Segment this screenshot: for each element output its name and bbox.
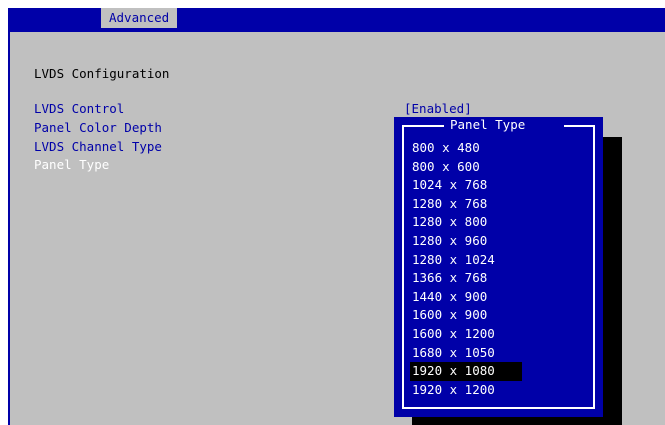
popup-frame-top-right (564, 125, 595, 127)
section-heading: LVDS Configuration (34, 66, 170, 81)
menu-item-lvds-channel-type[interactable]: LVDS Channel Type (34, 139, 162, 154)
popup-option[interactable]: 1600 x 1200 (410, 325, 522, 344)
menu-item-lvds-control[interactable]: LVDS Control (34, 101, 124, 116)
popup-option[interactable]: 1366 x 768 (410, 269, 522, 288)
menu-item-panel-color-depth[interactable]: Panel Color Depth (34, 120, 162, 135)
popup-option[interactable]: 800 x 480 (410, 139, 522, 158)
popup-option[interactable]: 1440 x 900 (410, 288, 522, 307)
popup-option[interactable]: 1920 x 1200 (410, 381, 522, 400)
top-menu-bar: Advanced (8, 8, 665, 28)
tab-advanced[interactable]: Advanced (101, 8, 178, 28)
popup-option[interactable]: 1680 x 1050 (410, 344, 522, 363)
popup-option[interactable]: 1024 x 768 (410, 176, 522, 195)
popup-option[interactable]: 1280 x 1024 (410, 251, 522, 270)
popup-option[interactable]: 800 x 600 (410, 158, 522, 177)
popup-option[interactable]: 1280 x 800 (410, 213, 522, 232)
popup-options-list: 800 x 480 800 x 600 1024 x 768 1280 x 768 12… (410, 139, 522, 399)
popup-option[interactable]: 1280 x 768 (410, 195, 522, 214)
popup-option[interactable]: 1280 x 960 (410, 232, 522, 251)
popup-frame-top-left (402, 125, 444, 127)
popup-option[interactable]: 1600 x 900 (410, 306, 522, 325)
popup-option[interactable]: 1920 x 1080 (410, 362, 522, 381)
lvds-control-value[interactable]: [Enabled] (404, 101, 472, 116)
popup-title: Panel Type (450, 117, 526, 132)
panel-type-popup: Panel Type 800 x 480 800 x 600 1024 x 768 1… (394, 117, 603, 417)
menu-item-panel-type[interactable]: Panel Type (34, 157, 109, 172)
